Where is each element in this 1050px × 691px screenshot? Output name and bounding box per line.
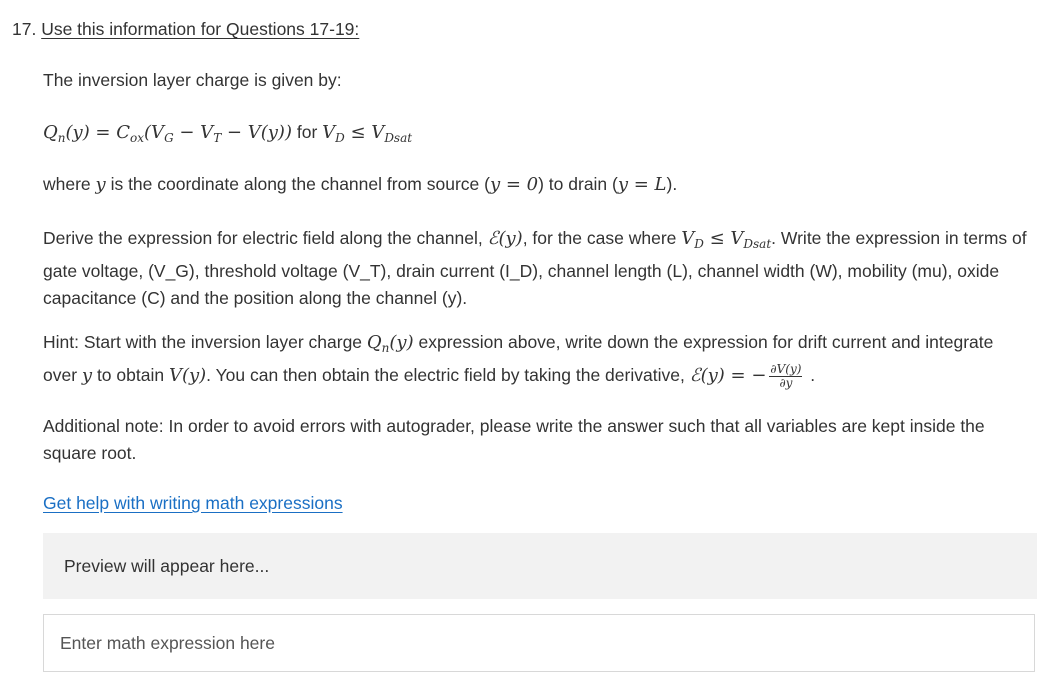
info-link[interactable]: Use this information for Questions 17-19… xyxy=(41,19,359,39)
question-number: 17. xyxy=(12,19,37,39)
math-input-container xyxy=(43,614,1035,672)
derive-paragraph: Derive the expression for electric field… xyxy=(43,228,1027,308)
preview-text: Preview will appear here... xyxy=(64,556,270,576)
where-text: where y is the coordinate along the chan… xyxy=(43,174,678,195)
hint-paragraph: Hint: Start with the inversion layer cha… xyxy=(43,332,994,390)
math-help-link[interactable]: Get help with writing math expressions xyxy=(43,491,343,515)
intro-text: The inversion layer charge is given by: xyxy=(43,70,342,90)
question-header: 17. Use this information for Questions 1… xyxy=(12,17,359,41)
math-expression-input[interactable] xyxy=(44,615,1034,671)
preview-panel: Preview will appear here... xyxy=(43,533,1037,599)
additional-note: Additional note: In order to avoid error… xyxy=(43,416,985,463)
charge-formula: Qn(y) = Cox(VG − VT − V(y)) for VD ≤ VDs… xyxy=(43,122,413,145)
derivative-fraction: ∂V(y) ∂y xyxy=(769,361,803,390)
